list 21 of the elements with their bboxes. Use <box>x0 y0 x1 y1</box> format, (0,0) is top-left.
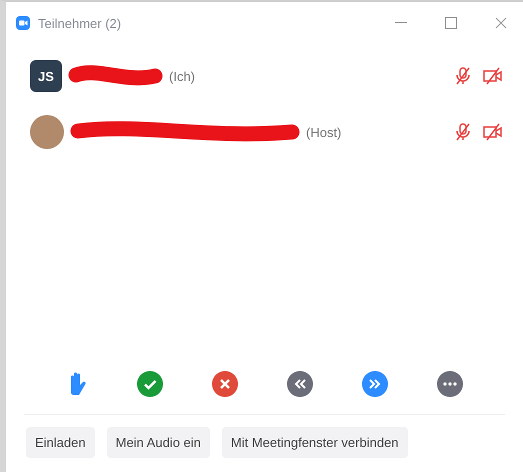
footer-button[interactable]: Mein Audio ein <box>106 427 210 458</box>
check-icon[interactable] <box>137 371 164 397</box>
footer-button[interactable]: Einladen <box>26 427 95 458</box>
fast-forward-icon[interactable] <box>362 371 388 397</box>
photo-placeholder <box>30 115 64 149</box>
app-logo-icon <box>16 16 30 30</box>
maximize-icon[interactable] <box>445 17 457 29</box>
role-label: (Ich) <box>169 68 195 84</box>
close-icon[interactable] <box>495 17 507 29</box>
initials-avatar: JS <box>30 60 62 92</box>
minimize-icon[interactable] <box>395 22 407 24</box>
video-off-icon[interactable] <box>483 123 503 141</box>
footer-button[interactable]: Mit Meetingfenster verbinden <box>222 427 408 458</box>
video-off-icon[interactable] <box>483 67 503 85</box>
window-title: Teilnehmer (2) <box>38 16 122 30</box>
role-label: (Host) <box>306 124 342 140</box>
cross-icon[interactable] <box>212 371 238 397</box>
rewind-icon[interactable] <box>286 371 313 397</box>
muted-microphone-icon[interactable] <box>455 122 471 142</box>
more-icon[interactable] <box>436 371 463 397</box>
muted-microphone-icon[interactable] <box>455 66 471 86</box>
